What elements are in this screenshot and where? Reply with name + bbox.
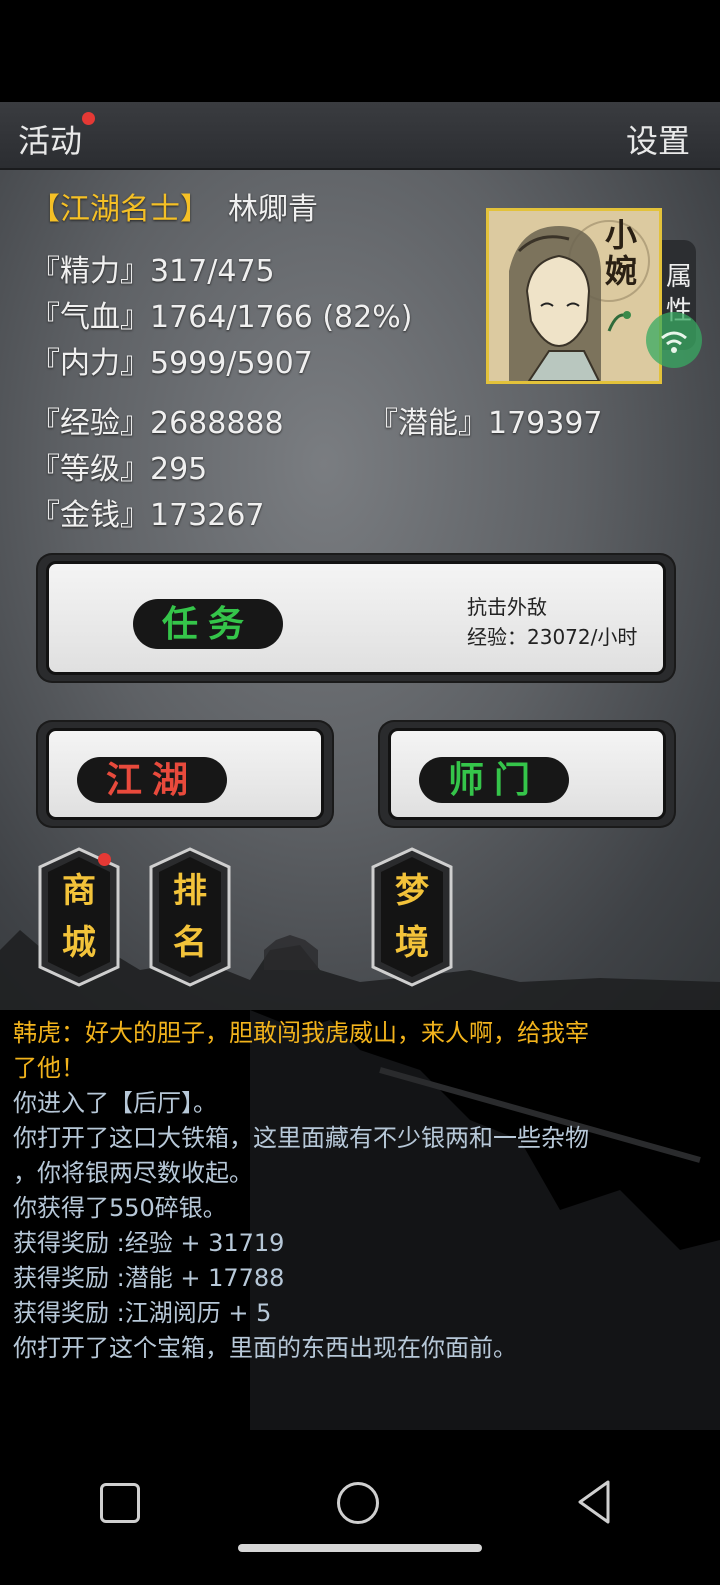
log-line: 你打开了这个宝箱，里面的东西出现在你面前。	[13, 1334, 517, 1362]
jianghu-label: 江湖	[77, 757, 227, 803]
shop-tag-button[interactable]: 商城	[36, 847, 122, 987]
mission-info: 抗击外敌 经验：23072/小时	[467, 592, 637, 652]
mission-button-face: 任务 抗击外敌 经验：23072/小时	[46, 561, 666, 675]
wifi-icon	[646, 312, 702, 368]
log-line: 获得奖励 :经验 + 31719	[13, 1229, 285, 1257]
stat-health-label: 『气血』	[30, 300, 150, 335]
log-line: 获得奖励 :潜能 + 17788	[13, 1264, 285, 1292]
stat-potential: 『潜能』179397	[368, 398, 603, 442]
stat-health: 『气血』1764/1766 (82%)	[30, 292, 412, 336]
shimen-button[interactable]: 师门	[380, 722, 674, 826]
activity-label: 活动	[18, 122, 83, 160]
mission-exp-rate: 经验：23072/小时	[467, 625, 638, 649]
shimen-label: 师门	[419, 757, 569, 803]
log-line: 你打开了这口大铁箱，这里面藏有不少银两和一些杂物	[13, 1124, 589, 1152]
stat-money: 『金钱』173267	[30, 490, 265, 534]
jianghu-button[interactable]: 江湖	[38, 722, 332, 826]
jianghu-button-face: 江湖	[46, 728, 324, 820]
stat-internal-force-label: 『内力』	[30, 346, 150, 381]
log-line: 获得奖励 :江湖阅历 + 5	[13, 1299, 272, 1327]
log-line: 了他！	[13, 1054, 85, 1082]
stat-experience-value: 2688888	[150, 406, 284, 441]
stat-level: 『等级』295	[30, 444, 207, 488]
stat-health-value: 1764/1766 (82%)	[150, 300, 413, 335]
recent-apps-icon[interactable]	[100, 1483, 140, 1523]
stat-potential-value: 179397	[488, 406, 603, 441]
system-nav-bar	[0, 1440, 720, 1585]
log-line: 你进入了【后厅】。	[13, 1089, 217, 1117]
stat-experience-label: 『经验』	[30, 406, 150, 441]
shop-notification-dot	[98, 853, 111, 866]
activity-button[interactable]: 活动	[18, 112, 95, 162]
stat-energy-label: 『精力』	[30, 254, 150, 289]
mission-name: 抗击外敌	[467, 595, 547, 619]
stat-energy-value: 317/475	[150, 254, 275, 289]
stat-internal-force-value: 5999/5907	[150, 346, 313, 381]
shop-label: 商城	[62, 871, 96, 963]
stat-money-label: 『金钱』	[30, 498, 150, 533]
back-icon[interactable]	[574, 1478, 614, 1526]
home-icon[interactable]	[337, 1482, 379, 1524]
log-line: 韩虎：好大的胆子，胆敢闯我虎威山，来人啊，给我宰	[13, 1019, 589, 1047]
log-line: 你获得了550碎银。	[13, 1194, 227, 1222]
dream-tag-button[interactable]: 梦境	[369, 847, 455, 987]
activity-notification-dot	[82, 112, 95, 125]
top-bar: 活动 设置	[0, 102, 720, 170]
message-log[interactable]: 韩虎：好大的胆子，胆敢闯我虎威山，来人啊，给我宰 了他！ 你进入了【后厅】。你打开了…	[0, 1010, 720, 1430]
character-portrait[interactable]: 小婉	[486, 208, 662, 384]
stat-experience: 『经验』2688888	[30, 398, 284, 442]
stat-potential-label: 『潜能』	[368, 406, 488, 441]
rank-tag-button[interactable]: 排名	[147, 847, 233, 987]
gesture-home-bar[interactable]	[238, 1544, 482, 1552]
mission-button[interactable]: 任务 抗击外敌 经验：23072/小时	[38, 555, 674, 681]
player-title: 【江湖名士】	[30, 192, 210, 227]
stat-energy: 『精力』317/475	[30, 246, 275, 290]
portrait-calligraphy: 小婉	[604, 216, 637, 290]
main-panel: 【江湖名士】 林卿青 『精力』317/475 『气血』1764/1766 (82…	[0, 170, 720, 1010]
mission-label: 任务	[133, 599, 283, 649]
stat-level-value: 295	[150, 452, 208, 487]
stat-level-label: 『等级』	[30, 452, 150, 487]
dream-label: 梦境	[395, 871, 429, 963]
log-line: ，你将银两尽数收起。	[13, 1159, 253, 1187]
settings-button[interactable]: 设置	[626, 116, 690, 162]
rank-label: 排名	[173, 871, 207, 963]
shimen-button-face: 师门	[388, 728, 666, 820]
player-name: 林卿青	[228, 192, 318, 227]
stat-money-value: 173267	[150, 498, 265, 533]
stat-internal-force: 『内力』5999/5907	[30, 338, 313, 382]
